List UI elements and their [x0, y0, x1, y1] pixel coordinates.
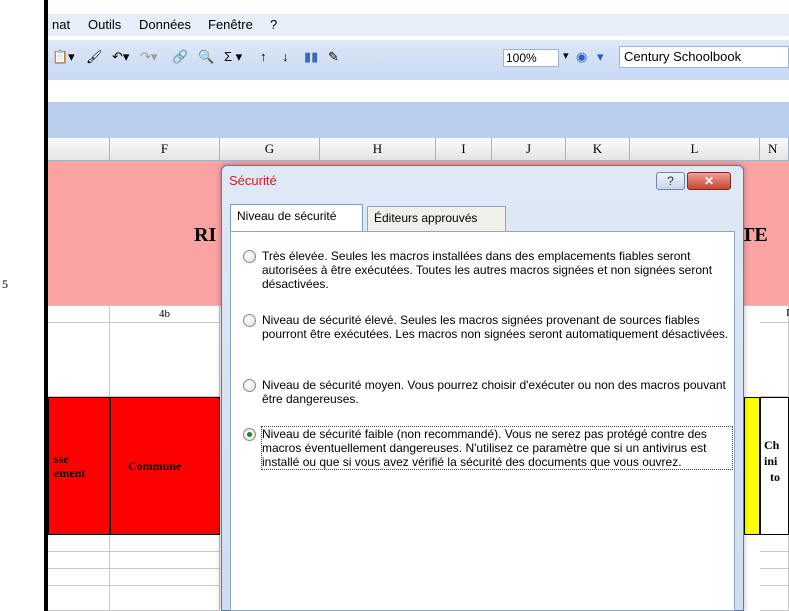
sort-descending-icon[interactable]: ↓ — [282, 49, 289, 67]
option-very-high-label: Très élevée. Seules les macros installée… — [262, 249, 713, 291]
menu-outils[interactable]: Outils — [88, 17, 121, 32]
commune-label: Commune — [128, 459, 182, 473]
chart-wizard-icon[interactable]: ▮▮ — [304, 49, 318, 67]
cell-N-header-text: Ch ini to — [764, 438, 780, 484]
drawing-icon[interactable]: ✎ — [328, 49, 339, 67]
menu-fenetre[interactable]: Fenêtre — [208, 17, 253, 32]
security-level-panel: Très élevée. Seules les macros installée… — [230, 231, 735, 611]
column-header-K[interactable]: K — [566, 138, 630, 161]
redo-icon[interactable]: ↷▾ — [140, 49, 157, 67]
row-cell[interactable] — [48, 535, 110, 552]
row-cell[interactable] — [760, 552, 789, 569]
help-button[interactable]: ? — [656, 172, 685, 190]
page-number: 5 — [2, 277, 8, 291]
menu-donnees[interactable]: Données — [139, 17, 191, 32]
tab-security-level[interactable]: Niveau de sécurité — [230, 204, 363, 231]
option-low-label: Niveau de sécurité faible (non recommand… — [261, 426, 733, 470]
column-header-L[interactable]: L — [630, 138, 760, 161]
title-text-right: TE — [741, 224, 768, 246]
row-cell[interactable] — [110, 569, 220, 586]
radio-very-high[interactable] — [243, 250, 256, 263]
row-cell[interactable] — [760, 586, 789, 611]
font-name-box[interactable]: Century Schoolbook — [619, 46, 789, 68]
cell-F-4b[interactable]: 4b — [110, 306, 220, 323]
formula-bar — [48, 80, 789, 102]
menu-bar: nat Outils Données Fenêtre ? — [48, 14, 789, 36]
undo-icon[interactable]: ↶▾ — [112, 49, 129, 67]
radio-low[interactable] — [243, 428, 256, 441]
row-cell[interactable] — [110, 552, 220, 569]
row-cell[interactable] — [760, 535, 789, 552]
title-text-left: RI — [194, 224, 217, 246]
cell-N-sub[interactable] — [760, 306, 789, 323]
menu-help[interactable]: ? — [270, 17, 277, 32]
row-cell[interactable] — [110, 586, 220, 611]
option-medium-label: Niveau de sécurité moyen. Vous pourrez c… — [262, 378, 726, 406]
column-header-H[interactable]: H — [320, 138, 436, 161]
row-cell[interactable] — [110, 535, 220, 552]
radio-medium[interactable] — [243, 379, 256, 392]
toolbar-options-icon[interactable]: ▾ — [597, 49, 604, 67]
help-icon[interactable]: ◉ — [576, 49, 587, 67]
cell-E-sub[interactable] — [48, 306, 110, 323]
cell-E-empty[interactable] — [48, 323, 110, 397]
option-very-high[interactable]: Très élevée. Seules les macros installée… — [243, 249, 733, 297]
column-header-I[interactable]: I — [436, 138, 492, 161]
hyperlink-icon[interactable]: 🔗 — [172, 49, 188, 67]
option-medium[interactable]: Niveau de sécurité moyen. Vous pourrez c… — [243, 378, 733, 410]
row-cell[interactable] — [760, 569, 789, 586]
row-cell[interactable] — [48, 552, 110, 569]
sort-ascending-icon[interactable]: ↑ — [260, 49, 267, 67]
column-header-J[interactable]: J — [492, 138, 566, 161]
cell-E-header-text: sse ement — [54, 452, 86, 480]
toolbar-band — [48, 102, 789, 138]
option-high-label: Niveau de sécurité élevé. Seules les mac… — [262, 313, 729, 341]
format-painter-icon[interactable]: 🖌 — [86, 49, 103, 67]
zoom-dropdown-icon[interactable]: ▾ — [563, 49, 569, 67]
security-dialog: Sécurité ? ✕ Niveau de sécurité Éditeurs… — [221, 165, 744, 611]
menu-format[interactable]: nat — [52, 17, 70, 32]
close-button[interactable]: ✕ — [687, 172, 731, 190]
dialog-title: Sécurité — [229, 173, 277, 188]
column-header-G[interactable]: G — [220, 138, 320, 161]
zoom-box[interactable]: 100% — [503, 49, 559, 67]
row-cell[interactable] — [48, 569, 110, 586]
tab-trusted-publishers[interactable]: Éditeurs approuvés — [367, 206, 506, 231]
document-page: 5 — [0, 0, 44, 611]
row-cell[interactable] — [48, 586, 110, 611]
autosum-icon[interactable]: Σ ▾ — [224, 49, 242, 67]
option-low[interactable]: Niveau de sécurité faible (non recommand… — [243, 426, 733, 491]
radio-high[interactable] — [243, 314, 256, 327]
column-header-F[interactable]: F — [110, 138, 220, 161]
cell-N-empty[interactable] — [760, 323, 789, 397]
cell-M-yellow[interactable] — [744, 397, 760, 535]
column-header-N[interactable]: N — [760, 138, 789, 161]
cell-F-empty[interactable] — [110, 323, 220, 397]
research-icon[interactable]: 🔍 — [198, 49, 214, 67]
paste-icon[interactable]: 📋▾ — [52, 49, 75, 67]
column-header-E[interactable] — [48, 138, 110, 161]
option-high[interactable]: Niveau de sécurité élevé. Seules les mac… — [243, 313, 733, 361]
